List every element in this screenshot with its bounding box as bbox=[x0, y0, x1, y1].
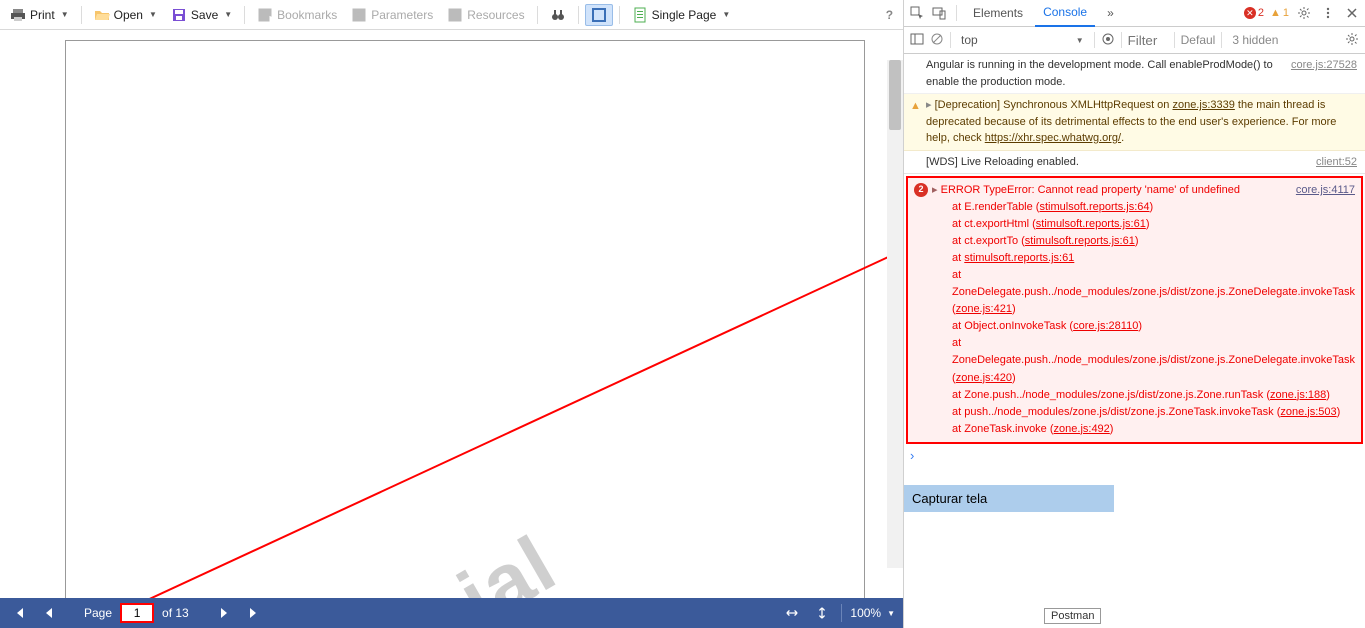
settings-icon[interactable] bbox=[1295, 4, 1313, 22]
console-prompt[interactable]: › bbox=[904, 446, 1365, 465]
source-link[interactable]: stimulsoft.reports.js:61 bbox=[964, 252, 1074, 264]
find-button[interactable] bbox=[544, 4, 572, 26]
console-sidebar-icon[interactable] bbox=[910, 32, 924, 49]
bookmarks-label: Bookmarks bbox=[277, 8, 337, 22]
tab-elements[interactable]: Elements bbox=[965, 0, 1031, 26]
error-badge-icon: 2 bbox=[914, 183, 928, 197]
page-icon bbox=[632, 7, 648, 23]
viewer-toolbar: Print ▼ Open ▼ Save ▼ bbox=[0, 0, 903, 30]
page-of-label: of 13 bbox=[162, 606, 189, 620]
help-label: ? bbox=[886, 8, 893, 22]
console-settings-icon[interactable] bbox=[1345, 32, 1359, 49]
device-icon[interactable] bbox=[930, 4, 948, 22]
source-link[interactable]: zone.js:421 bbox=[956, 303, 1012, 315]
capture-bar[interactable]: Capturar tela bbox=[904, 485, 1114, 512]
source-link[interactable]: zone.js:420 bbox=[956, 372, 1012, 384]
source-link[interactable]: stimulsoft.reports.js:64 bbox=[1039, 201, 1149, 213]
save-icon bbox=[171, 7, 187, 23]
console-error: 2 core.js:4117 ▸ ERROR TypeError: Cannot… bbox=[906, 176, 1363, 444]
bookmark-icon bbox=[257, 7, 273, 23]
caret-icon: ▼ bbox=[61, 10, 69, 19]
page-input[interactable] bbox=[120, 603, 154, 623]
caret-icon: ▼ bbox=[149, 10, 157, 19]
warn-icon: ▲ bbox=[910, 98, 921, 115]
console-subbar: top ▼ Defaul 3 hidden bbox=[904, 27, 1365, 54]
warn-count-badge[interactable]: ▲1 bbox=[1270, 7, 1289, 19]
source-link[interactable]: stimulsoft.reports.js:61 bbox=[1036, 218, 1146, 230]
print-button[interactable]: Print ▼ bbox=[4, 4, 75, 26]
devtools-panel: Elements Console » ✕2 ▲1 top ▼ bbox=[904, 0, 1365, 628]
source-link[interactable]: core.js:27528 bbox=[1291, 57, 1357, 74]
save-label: Save bbox=[191, 8, 218, 22]
tab-console[interactable]: Console bbox=[1035, 0, 1095, 27]
caret-icon: ▼ bbox=[224, 10, 232, 19]
resources-icon bbox=[447, 7, 463, 23]
report-canvas: ial bbox=[0, 30, 903, 598]
inspect-icon[interactable] bbox=[908, 4, 926, 22]
zoom-dropdown[interactable]: 100% ▼ bbox=[850, 606, 895, 620]
prev-page-button[interactable] bbox=[38, 602, 60, 624]
fullscreen-button[interactable] bbox=[585, 4, 613, 26]
save-button[interactable]: Save ▼ bbox=[165, 4, 238, 26]
parameters-icon: ? bbox=[351, 7, 367, 23]
error-count-badge[interactable]: ✕2 bbox=[1244, 7, 1264, 19]
caret-icon: ▼ bbox=[887, 609, 895, 618]
source-link[interactable]: https://xhr.spec.whatwg.org/ bbox=[985, 132, 1121, 144]
source-link[interactable]: zone.js:503 bbox=[1280, 406, 1336, 418]
hidden-count[interactable]: 3 hidden bbox=[1232, 33, 1278, 47]
fit-height-button[interactable] bbox=[811, 602, 833, 624]
zoom-label: 100% bbox=[850, 606, 881, 620]
source-link[interactable]: zone.js:3339 bbox=[1172, 99, 1234, 111]
page-label: Page bbox=[84, 606, 112, 620]
help-button[interactable]: ? bbox=[880, 5, 899, 25]
scrollbar-thumb[interactable] bbox=[889, 60, 901, 130]
source-link[interactable]: stimulsoft.reports.js:61 bbox=[1025, 235, 1135, 247]
printer-icon bbox=[10, 7, 26, 23]
fullscreen-icon bbox=[591, 7, 607, 23]
bookmarks-button[interactable]: Bookmarks bbox=[251, 4, 343, 26]
print-label: Print bbox=[30, 8, 55, 22]
next-page-button[interactable] bbox=[213, 602, 235, 624]
binoculars-icon bbox=[550, 7, 566, 23]
source-link[interactable]: client:52 bbox=[1316, 154, 1357, 171]
devtools-tabbar: Elements Console » ✕2 ▲1 bbox=[904, 0, 1365, 27]
caret-icon: ▼ bbox=[722, 10, 730, 19]
single-page-label: Single Page bbox=[652, 8, 717, 22]
filter-input[interactable] bbox=[1128, 33, 1168, 48]
console-warning: ▲ ▸ [Deprecation] Synchronous XMLHttpReq… bbox=[904, 94, 1365, 151]
svg-text:?: ? bbox=[355, 11, 361, 22]
resources-button[interactable]: Resources bbox=[441, 4, 530, 26]
viewer-navbar: Page of 13 100% ▼ bbox=[0, 598, 903, 628]
source-link[interactable]: core.js:4117 bbox=[1296, 182, 1355, 199]
source-link[interactable]: core.js:28110 bbox=[1073, 320, 1138, 332]
parameters-label: Parameters bbox=[371, 8, 433, 22]
fit-width-button[interactable] bbox=[781, 602, 803, 624]
clear-console-icon[interactable] bbox=[930, 32, 944, 49]
console-message: client:52 [WDS] Live Reloading enabled. bbox=[904, 151, 1365, 175]
context-selector[interactable]: top ▼ bbox=[957, 31, 1088, 49]
close-icon[interactable] bbox=[1343, 4, 1361, 22]
open-label: Open bbox=[114, 8, 143, 22]
source-link[interactable]: zone.js:492 bbox=[1054, 423, 1110, 435]
levels-selector[interactable]: Defaul bbox=[1181, 33, 1216, 47]
postman-tooltip: Postman bbox=[1044, 608, 1101, 624]
kebab-icon[interactable] bbox=[1319, 4, 1337, 22]
console-output: core.js:27528 Angular is running in the … bbox=[904, 54, 1365, 628]
live-expression-icon[interactable] bbox=[1101, 32, 1115, 49]
source-link[interactable]: zone.js:188 bbox=[1270, 389, 1326, 401]
last-page-button[interactable] bbox=[243, 602, 265, 624]
parameters-button[interactable]: ? Parameters bbox=[345, 4, 439, 26]
folder-open-icon bbox=[94, 7, 110, 23]
tab-more[interactable]: » bbox=[1099, 0, 1122, 26]
open-button[interactable]: Open ▼ bbox=[88, 4, 163, 26]
report-page bbox=[65, 40, 865, 598]
console-message: core.js:27528 Angular is running in the … bbox=[904, 54, 1365, 94]
single-page-button[interactable]: Single Page ▼ bbox=[626, 4, 737, 26]
first-page-button[interactable] bbox=[8, 602, 30, 624]
vertical-scrollbar[interactable] bbox=[887, 60, 903, 568]
report-viewer: Print ▼ Open ▼ Save ▼ bbox=[0, 0, 904, 628]
resources-label: Resources bbox=[467, 8, 524, 22]
